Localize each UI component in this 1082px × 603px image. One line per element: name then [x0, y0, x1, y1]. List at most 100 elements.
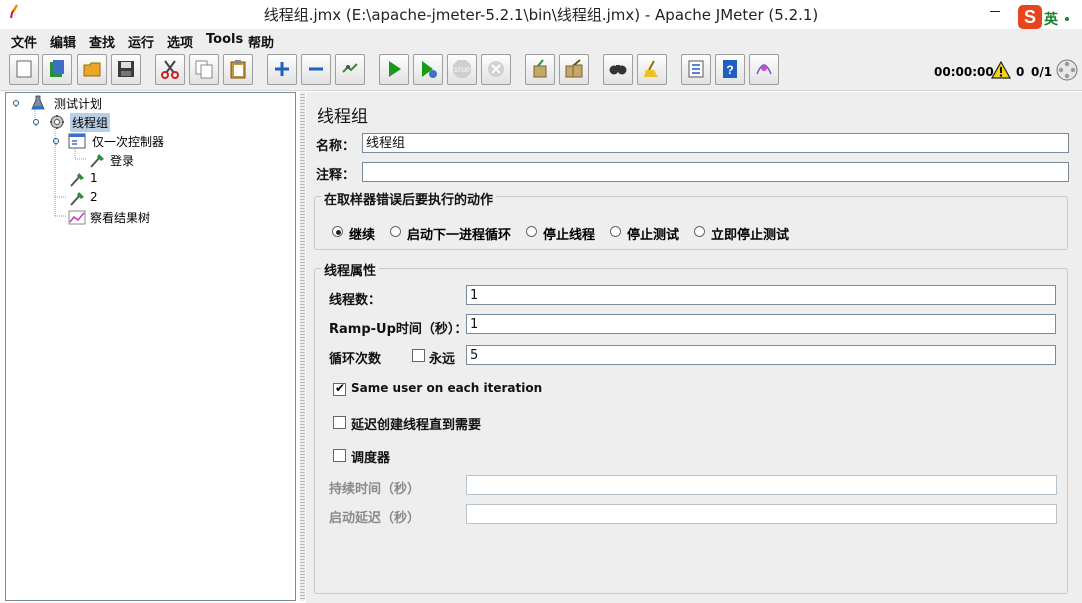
start-no-pauses-button[interactable]: [413, 54, 443, 85]
function-helper-button[interactable]: [681, 54, 711, 85]
start-button[interactable]: [379, 54, 409, 85]
radio-circle: [610, 226, 621, 237]
copy-icon: [195, 60, 213, 79]
shutdown-icon: [488, 61, 504, 77]
tree-node-label: 线程组: [70, 113, 111, 132]
title-bar: 线程组.jmx (E:\apache-jmeter-5.2.1\bin\线程组.…: [0, 0, 1082, 29]
same-user-label: Same user on each iteration: [351, 381, 543, 395]
rampup-label: Ramp-Up时间（秒）：: [329, 322, 468, 337]
tree-node-test-plan[interactable]: 测试计划: [10, 94, 210, 112]
tree-node-label: 1: [90, 171, 98, 185]
help-icon: ?: [723, 60, 737, 78]
search-button[interactable]: [603, 54, 633, 85]
save-button[interactable]: [111, 54, 141, 85]
cut-button[interactable]: [155, 54, 185, 85]
collapse-icon: [309, 67, 323, 71]
forever-label: 永远: [429, 352, 456, 367]
radio-start-next-loop[interactable]: 启动下一进程循环: [390, 224, 520, 243]
menu-help[interactable]: 帮助: [248, 32, 274, 51]
tree-collapse-handle-icon[interactable]: [52, 137, 60, 145]
radio-circle: [390, 226, 401, 237]
expand-icon: [275, 62, 289, 76]
new-button[interactable]: [9, 54, 39, 85]
menu-bar: 文件 编辑 查找 运行 选项 Tools 帮助: [0, 29, 1082, 51]
cut-icon: [161, 60, 179, 79]
tree-node-sampler-2[interactable]: 2: [66, 189, 266, 207]
help-button[interactable]: ?: [715, 54, 745, 85]
tree-node-login-sampler[interactable]: 登录: [86, 151, 286, 169]
duration-label: 持续时间（秒）: [329, 482, 421, 497]
tree-node-label: 察看结果树: [90, 211, 151, 225]
startup-delay-label: 启动延迟（秒）: [329, 511, 421, 526]
radio-label: 停止线程: [543, 228, 596, 243]
reset-search-button[interactable]: [637, 54, 667, 85]
toggle-button[interactable]: [335, 54, 365, 85]
forever-checkbox[interactable]: [412, 349, 425, 362]
menu-options[interactable]: 选项: [167, 32, 193, 51]
collapse-all-button[interactable]: [301, 54, 331, 85]
loop-count-input[interactable]: 5: [466, 345, 1056, 365]
copy-button[interactable]: [189, 54, 219, 85]
toolbar: STOP ? 00:00:00 0 0/1: [0, 51, 1082, 91]
menu-file[interactable]: 文件: [11, 32, 37, 51]
active-threads: 0/1: [1031, 65, 1053, 79]
test-plan-tree[interactable]: 测试计划 线程组 仅一次控制器 登录 1 2 察看结果树: [5, 92, 296, 601]
sampler-pipette-icon: [90, 154, 104, 168]
listener-chart-icon: [68, 210, 86, 225]
controller-icon: [68, 133, 86, 149]
error-count: 0: [1016, 65, 1025, 79]
open-button[interactable]: [77, 54, 107, 85]
radio-circle: [526, 226, 537, 237]
expand-all-button[interactable]: [267, 54, 297, 85]
radio-stop-thread[interactable]: 停止线程: [526, 224, 606, 243]
tree-node-view-results-tree[interactable]: 察看结果树: [66, 208, 266, 226]
sampler-pipette-icon: [70, 173, 84, 187]
menu-run[interactable]: 运行: [128, 32, 154, 51]
split-pane-divider[interactable]: [300, 92, 305, 601]
same-user-checkbox[interactable]: ✔: [333, 381, 346, 396]
rampup-input[interactable]: 1: [466, 314, 1056, 334]
clear-icon: [533, 59, 547, 78]
menu-tools[interactable]: Tools: [206, 32, 243, 47]
startup-delay-input[interactable]: [466, 504, 1057, 524]
clear-button[interactable]: [525, 54, 555, 85]
scheduler-label: 调度器: [351, 451, 391, 466]
radio-stop-test-now[interactable]: 立即停止测试: [694, 224, 804, 243]
radio-label: 停止测试: [627, 228, 680, 243]
thread-count-input[interactable]: 1: [466, 285, 1056, 305]
radio-stop-test[interactable]: 停止测试: [610, 224, 690, 243]
tree-node-sampler-1[interactable]: 1: [66, 170, 266, 188]
menu-search[interactable]: 查找: [89, 32, 115, 51]
paste-button[interactable]: [223, 54, 253, 85]
clear-all-button[interactable]: [559, 54, 589, 85]
tree-node-label: 仅一次控制器: [92, 135, 165, 149]
scheduler-checkbox[interactable]: [333, 449, 346, 462]
menu-edit[interactable]: 编辑: [50, 32, 76, 51]
toggle-icon: [342, 63, 358, 73]
radio-selected-dot: [336, 230, 341, 235]
templates-button[interactable]: [42, 54, 72, 85]
duration-input[interactable]: [466, 475, 1057, 495]
radio-continue[interactable]: 继续: [332, 224, 392, 243]
tree-node-label: 测试计划: [54, 97, 103, 111]
remote-button[interactable]: [749, 54, 779, 85]
minimize-icon[interactable]: [990, 11, 1000, 12]
name-label: 名称：: [316, 139, 356, 154]
tree-collapse-handle-icon[interactable]: [12, 99, 20, 107]
search-icon: [609, 65, 627, 75]
tree-node-once-only-controller[interactable]: 仅一次控制器: [50, 132, 250, 150]
comment-input[interactable]: [362, 162, 1069, 182]
shutdown-button[interactable]: [481, 54, 511, 85]
thread-group-panel: 线程组 名称： 线程组 注释： 在取样器错误后要执行的动作 继续 启动下一进程循…: [306, 92, 1082, 603]
stop-button[interactable]: STOP: [447, 54, 477, 85]
svg-text:STOP: STOP: [454, 68, 470, 74]
name-input[interactable]: 线程组: [362, 133, 1069, 153]
warning-icon[interactable]: [991, 61, 1011, 79]
paste-icon: [230, 60, 246, 79]
radio-label: 立即停止测试: [711, 228, 790, 243]
comment-label: 注释：: [316, 168, 356, 183]
tree-collapse-handle-icon[interactable]: [32, 118, 40, 126]
radio-label: 继续: [349, 228, 376, 243]
tree-node-thread-group[interactable]: 线程组: [30, 113, 230, 132]
delay-thread-creation-checkbox[interactable]: [333, 416, 346, 429]
